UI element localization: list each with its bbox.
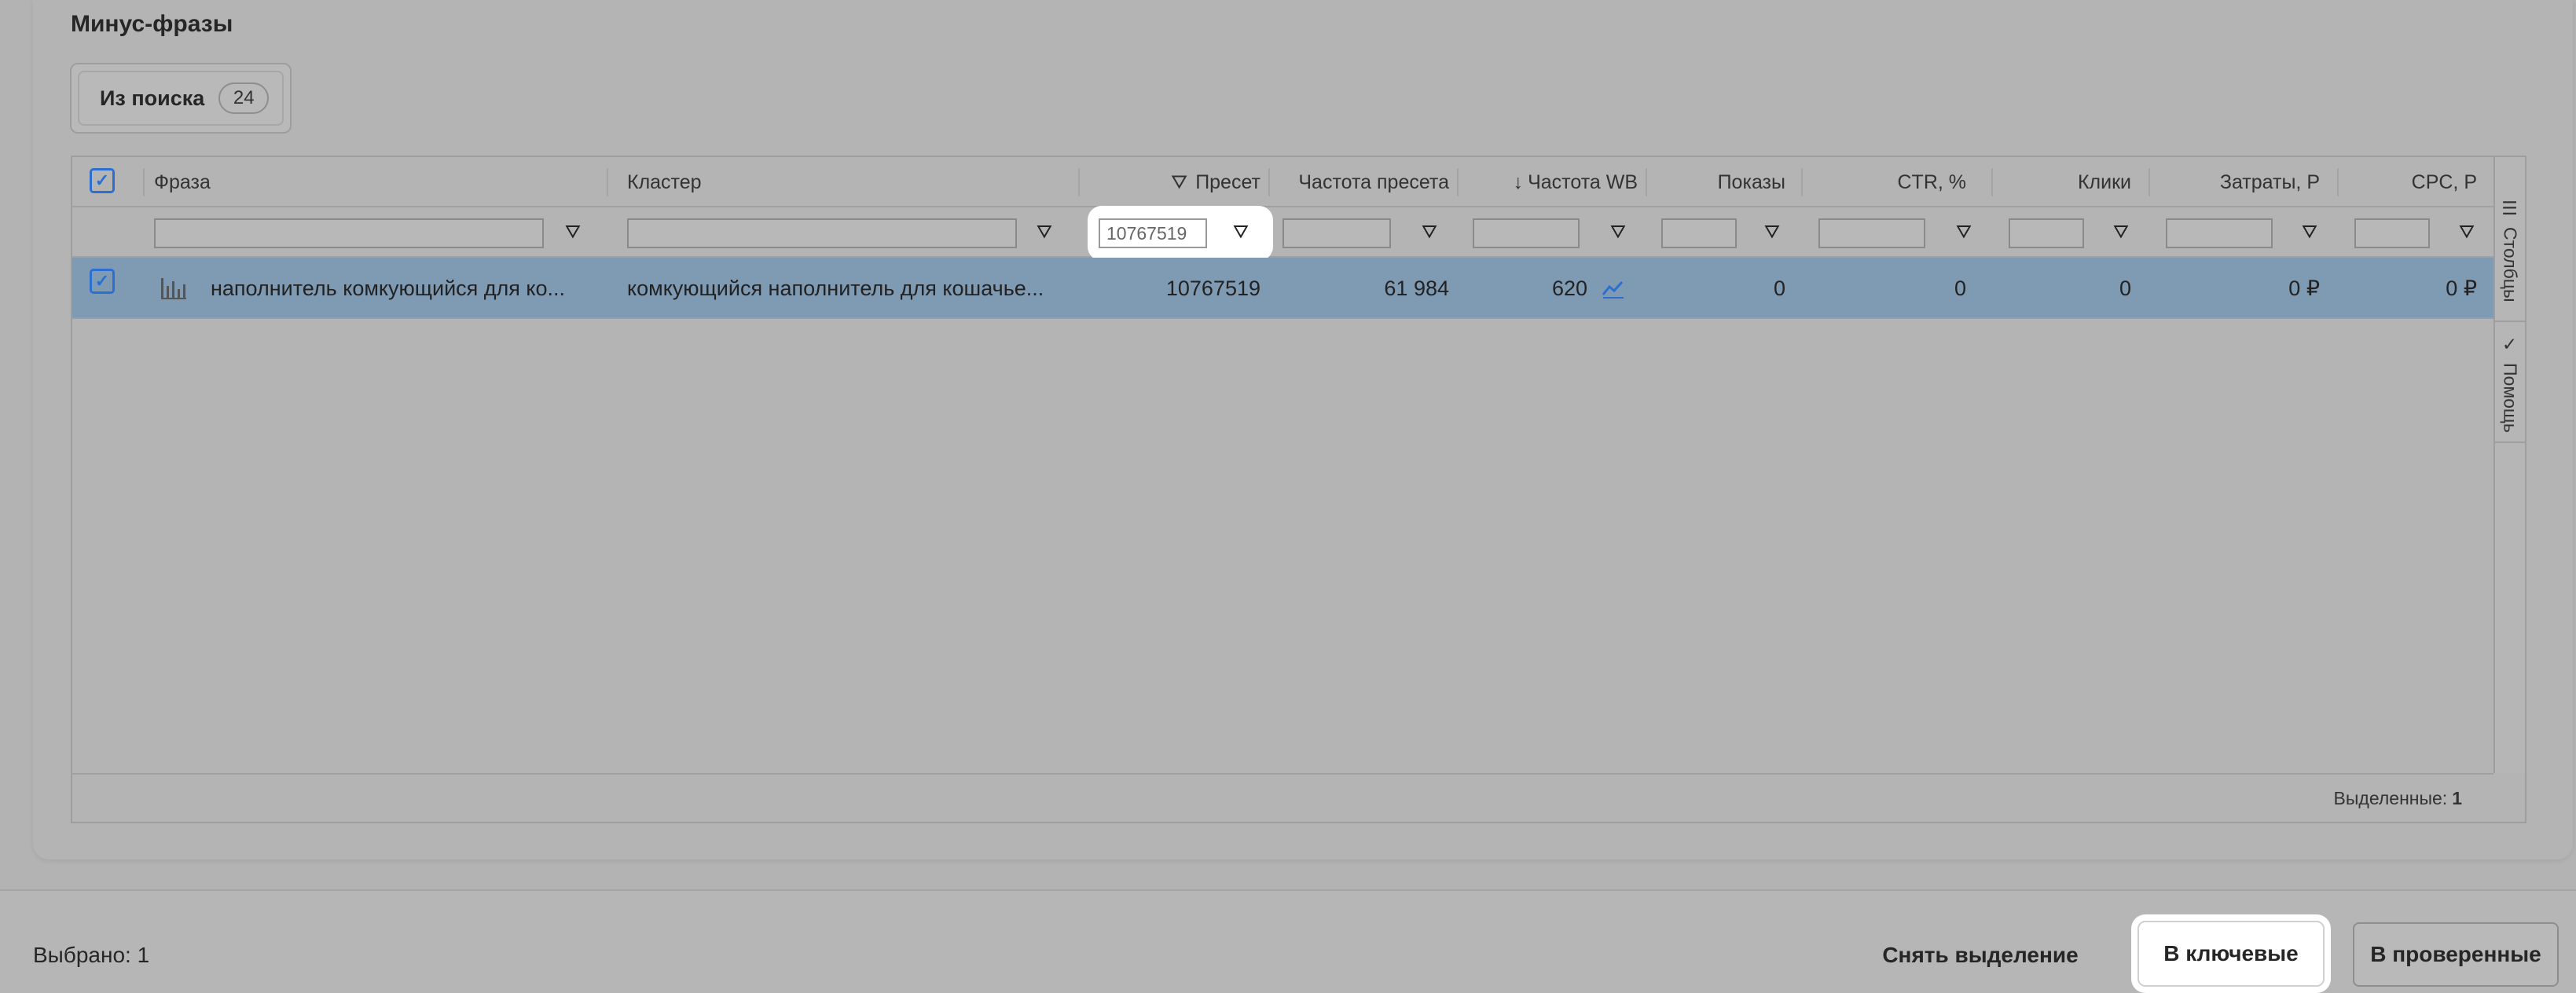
side-panel: ☰ Столбцы ✓ Помощь [2493, 157, 2525, 773]
to-keywords-button[interactable]: В ключевые [2137, 921, 2325, 987]
grid-header: ✓ Фраза Кластер ⛛ Пресет Частота пресета… [72, 157, 2493, 207]
cell-wb-freq: 620 [1551, 276, 1587, 300]
phrase-filter-input[interactable] [154, 218, 544, 248]
selected-summary-label: Выбрано: [33, 943, 131, 967]
help-panel-tab[interactable]: ✓ Помощь [2495, 325, 2525, 443]
preset-filter-input[interactable]: 10767519 [1099, 218, 1207, 248]
filter-icon[interactable]: ⛛ [1608, 222, 1628, 244]
column-header-ctr[interactable]: CTR, % [1809, 157, 1967, 207]
column-header-clicks[interactable]: Клики [1998, 157, 2131, 207]
arrow-down-icon: ↓ [1513, 170, 1524, 193]
cell-shows: 0 [1773, 276, 1785, 300]
selected-summary: Выбрано: 1 [33, 943, 149, 968]
table-row[interactable]: ✓ наполнитель комкующийся для ко... комк… [72, 258, 2493, 319]
filter-icon[interactable]: ⛛ [2111, 222, 2131, 244]
column-header-shows[interactable]: Показы [1652, 157, 1785, 207]
cell-clicks: 0 [2119, 276, 2131, 300]
wb-freq-filter-input[interactable] [1473, 218, 1580, 248]
column-header-cluster[interactable]: Кластер [627, 157, 702, 207]
bar-chart-icon[interactable] [160, 258, 192, 319]
cell-preset-freq: 61 984 [1384, 276, 1449, 300]
selected-summary-count: 1 [137, 943, 150, 967]
ctr-filter-input[interactable] [1818, 218, 1925, 248]
column-header-preset-label: Пресет [1195, 170, 1260, 193]
filter-icon[interactable]: ⛛ [1034, 222, 1055, 244]
phrases-grid: ✓ Фраза Кластер ⛛ Пресет Частота пресета… [71, 156, 2526, 823]
column-header-preset[interactable]: ⛛ Пресет [1094, 157, 1260, 207]
source-tabs: Из поиска 24 [70, 63, 292, 134]
filter-active-icon: ⛛ [1171, 170, 1188, 193]
filter-icon[interactable]: ⛛ [1762, 222, 1782, 244]
columns-icon: ☰ [2500, 199, 2521, 220]
costs-filter-input[interactable] [2166, 218, 2273, 248]
clear-selection-button[interactable]: Снять выделение [1870, 933, 2090, 977]
preset-freq-filter-input[interactable] [1282, 218, 1391, 248]
checkmark-icon: ✓ [2500, 334, 2521, 355]
cell-cpc: 0 ₽ [2446, 276, 2477, 300]
filter-icon[interactable]: ⛛ [2457, 222, 2477, 244]
select-all-checkbox[interactable]: ✓ [90, 168, 115, 193]
tab-label: Из поиска [100, 86, 205, 110]
filter-row: ⛛ ⛛ 10767519 ⛛ ⛛ ⛛ ⛛ ⛛ ⛛ ⛛ ⛛ [72, 207, 2493, 258]
clicks-filter-input[interactable] [2009, 218, 2084, 248]
shows-filter-input[interactable] [1661, 218, 1737, 248]
filter-icon[interactable]: ⛛ [1231, 222, 1251, 244]
trend-line-icon[interactable] [1602, 258, 1630, 319]
filter-icon[interactable]: ⛛ [563, 222, 583, 244]
filter-icon[interactable]: ⛛ [1419, 222, 1440, 244]
column-header-preset-freq[interactable]: Частота пресета [1275, 157, 1449, 207]
row-checkbox[interactable]: ✓ [90, 269, 115, 294]
columns-panel-label: Столбцы [2500, 227, 2521, 302]
cell-costs: 0 ₽ [2288, 276, 2320, 300]
column-header-costs[interactable]: Затраты, Р [2155, 157, 2320, 207]
section-title: Минус-фразы [71, 11, 233, 37]
column-header-cpc[interactable]: CPC, Р [2343, 157, 2477, 207]
column-header-wb-freq[interactable]: ↓ Частота WB [1463, 157, 1638, 207]
selected-count: 1 [2452, 787, 2462, 808]
cluster-filter-input[interactable] [627, 218, 1017, 248]
tab-from-search[interactable]: Из поиска 24 [78, 71, 284, 126]
cell-phrase: наполнитель комкующийся для ко... [211, 276, 566, 300]
count-badge: 24 [218, 82, 270, 114]
to-checked-button[interactable]: В проверенные [2353, 922, 2559, 987]
column-header-wb-freq-label: Частота WB [1528, 170, 1638, 193]
grid-footer: Выделенные: 1 [72, 773, 2493, 822]
minus-phrases-card: Минус-фразы Из поиска 24 ✓ Фраза Кластер… [33, 0, 2573, 859]
selected-label: Выделенные: [2333, 787, 2448, 808]
help-panel-label: Помощь [2500, 362, 2521, 433]
filter-icon[interactable]: ⛛ [2299, 222, 2320, 244]
cell-preset: 10767519 [1165, 276, 1260, 300]
filter-icon[interactable]: ⛛ [1954, 222, 1974, 244]
cell-ctr: 0 [1954, 276, 1966, 300]
cpc-filter-input[interactable] [2354, 218, 2430, 248]
column-header-phrase[interactable]: Фраза [154, 157, 211, 207]
cell-cluster: комкующийся наполнитель для кошачье... [627, 276, 1044, 300]
columns-panel-tab[interactable]: ☰ Столбцы [2495, 181, 2525, 322]
